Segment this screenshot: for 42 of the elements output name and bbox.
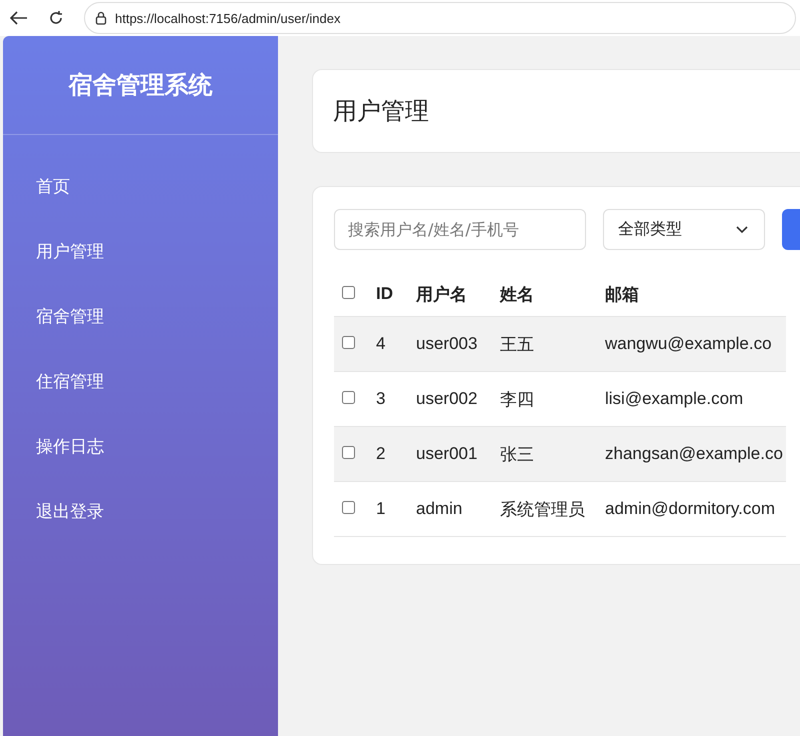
nav-item[interactable]: 用户管理 [3, 220, 278, 285]
checkbox[interactable] [342, 501, 355, 514]
table-cell: wangwu@example.co [605, 334, 772, 353]
table-cell: user002 [416, 389, 478, 408]
back-icon[interactable] [10, 11, 28, 25]
nav-item[interactable]: 首页 [3, 155, 278, 220]
table-cell: 张三 [500, 444, 534, 464]
column-header: 用户名 [416, 284, 467, 304]
lock-icon [95, 11, 107, 25]
app-title: 宿舍管理系统 [68, 70, 212, 101]
column-header: 姓名 [500, 284, 534, 304]
table-cell: 2 [376, 444, 386, 463]
table-cell: 4 [376, 334, 386, 353]
table-cell: 系统管理员 [500, 500, 585, 518]
checkbox[interactable] [342, 286, 355, 299]
table-cell: admin [416, 499, 462, 518]
nav-item[interactable]: 宿舍管理 [3, 285, 278, 350]
nav-item[interactable]: 操作日志 [3, 415, 278, 480]
table-cell: 3 [376, 389, 386, 408]
nav-item[interactable]: 退出登录 [3, 480, 278, 545]
table-cell: 李四 [500, 390, 534, 408]
address-bar[interactable]: https://localhost:7156/admin/user/index [84, 2, 796, 34]
checkbox[interactable] [342, 391, 355, 404]
table-cell: zhangsan@example.co [605, 444, 783, 463]
table-cell: 王五 [500, 334, 534, 354]
url-text: https://localhost:7156/admin/user/index [115, 10, 340, 26]
table-cell: 1 [376, 499, 386, 518]
checkbox[interactable] [342, 446, 355, 459]
table-cell: lisi@example.com [605, 389, 744, 408]
page-title: 用户管理 [333, 96, 429, 127]
table-cell: user001 [416, 444, 478, 463]
chevron-down-icon [736, 226, 748, 234]
checkbox[interactable] [342, 336, 355, 349]
table-cell: user003 [416, 334, 478, 353]
column-header: 邮箱 [605, 284, 639, 304]
select-value: 全部类型 [618, 219, 682, 240]
column-header: ID [376, 284, 393, 303]
table-cell: admin@dormitory.com [605, 499, 775, 518]
reload-icon[interactable] [48, 10, 64, 26]
type-select[interactable]: 全部类型 [603, 209, 765, 250]
nav-item[interactable]: 住宿管理 [3, 350, 278, 415]
search-field[interactable]: 搜索用户名/姓名/手机号 [334, 209, 586, 250]
